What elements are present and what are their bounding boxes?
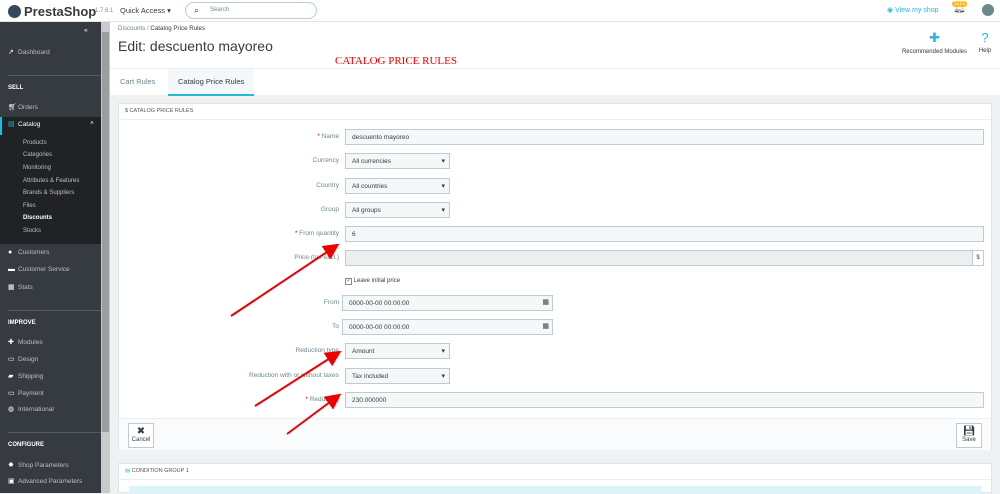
arrow-from-quantity: [230, 243, 340, 317]
annotation-arrows: [230, 243, 342, 435]
arrow-reduction-type: [254, 350, 342, 407]
arrow-reduction: [286, 393, 342, 435]
